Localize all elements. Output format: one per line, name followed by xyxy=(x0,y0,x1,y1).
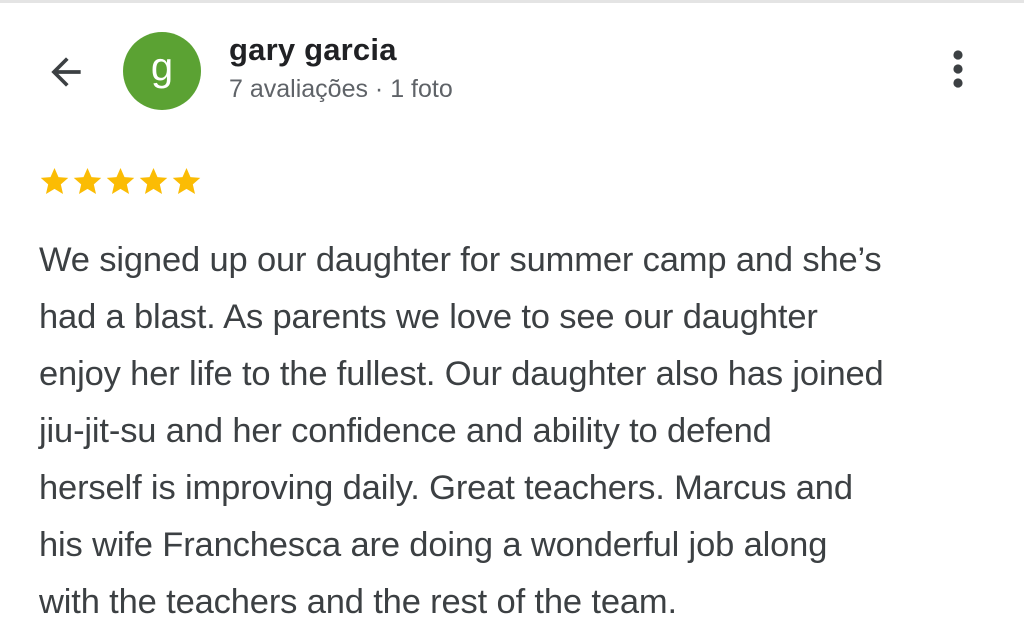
more-vertical-icon xyxy=(953,50,963,88)
review-text-line: enjoy her life to the fullest. Our daugh… xyxy=(39,355,884,393)
review-text-line: had a blast. As parents we love to see o… xyxy=(39,298,818,336)
avatar-letter: g xyxy=(150,44,174,89)
arrow-left-icon xyxy=(51,57,81,87)
star-icon xyxy=(73,168,102,195)
reviewer-meta: 7 avaliações · 1 foto xyxy=(229,75,453,103)
review-text-line: jiu-jit-su and her confidence and abilit… xyxy=(39,412,772,450)
star-icon xyxy=(106,168,135,195)
review-text-line: herself is improving daily. Great teache… xyxy=(39,469,853,507)
more-options-button[interactable] xyxy=(937,46,979,92)
review-page: g gary garcia 7 avaliações · 1 foto We s… xyxy=(0,0,1024,644)
star-icon xyxy=(40,168,69,195)
star-icon xyxy=(172,168,201,195)
back-button[interactable] xyxy=(40,46,92,98)
top-divider xyxy=(0,0,1024,3)
review-text-line: We signed up our daughter for summer cam… xyxy=(39,241,882,279)
star-icon xyxy=(139,168,168,195)
avatar[interactable]: g xyxy=(123,32,201,110)
star-rating xyxy=(38,165,203,198)
review-text-line: with the teachers and the rest of the te… xyxy=(39,583,677,621)
review-text: We signed up our daughter for summer cam… xyxy=(39,232,999,631)
reviewer-name[interactable]: gary garcia xyxy=(229,32,397,68)
review-text-line: his wife Franchesca are doing a wonderfu… xyxy=(39,526,828,564)
